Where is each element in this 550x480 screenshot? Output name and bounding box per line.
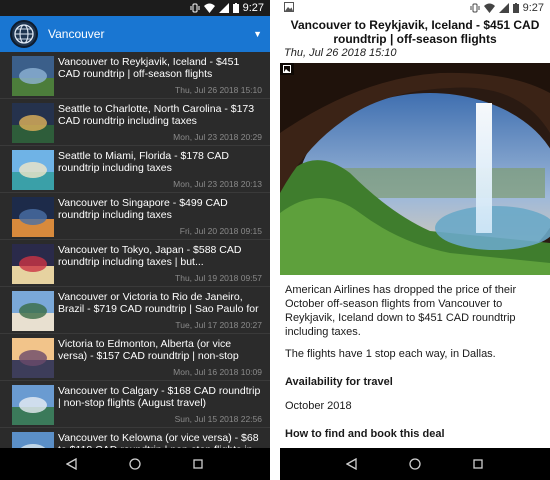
deal-list-item[interactable]: Vancouver to Reykjavik, Iceland - $451 C… — [0, 52, 270, 99]
wifi-icon — [483, 3, 495, 13]
navigation-bar — [280, 448, 550, 480]
deal-title: Victoria to Edmonton, Alberta (or vice v… — [58, 338, 239, 362]
status-icons: 9:27 — [470, 2, 544, 14]
deal-date: Thu, Jul 19 2018 09:57 — [175, 273, 262, 283]
city-selector[interactable]: Vancouver — [48, 27, 253, 41]
deal-title: Vancouver to Singapore - $499 CAD roundt… — [58, 197, 228, 221]
deal-list-item[interactable]: Vancouver to Kelowna (or vice versa) - $… — [0, 428, 270, 448]
deal-title: Vancouver to Kelowna (or vice versa) - $… — [58, 432, 259, 448]
deal-text: Vancouver to Tokyo, Japan - $588 CAD rou… — [58, 240, 270, 286]
deal-list-item[interactable]: Vancouver to Calgary - $168 CAD roundtri… — [0, 381, 270, 428]
home-icon[interactable] — [128, 457, 142, 471]
signal-icon — [218, 3, 229, 13]
battery-icon — [232, 3, 239, 13]
deal-list-screen: 9:27 Vancouver ▼ Vancouver to Reykjavik,… — [0, 0, 270, 480]
howto-heading: How to find and book this deal — [285, 428, 445, 440]
deal-thumbnail — [12, 432, 54, 448]
deal-text: Seattle to Miami, Florida - $178 CAD rou… — [58, 146, 270, 192]
deal-title: Vancouver to Calgary - $168 CAD roundtri… — [58, 385, 261, 409]
recents-icon[interactable] — [191, 457, 205, 471]
deal-list-item[interactable]: Vancouver to Singapore - $499 CAD roundt… — [0, 193, 270, 240]
vibrate-icon — [190, 3, 200, 13]
deal-text: Vancouver to Kelowna (or vice versa) - $… — [58, 428, 270, 448]
article-title: Vancouver to Reykjavik, Iceland - $451 C… — [290, 18, 540, 46]
article-body: American Airlines has dropped the price … — [280, 275, 550, 441]
deal-date: Tue, Jul 17 2018 20:27 — [175, 320, 262, 330]
status-time: 9:27 — [242, 2, 264, 14]
deal-text: Vancouver to Calgary - $168 CAD roundtri… — [58, 381, 270, 427]
back-icon[interactable] — [65, 457, 79, 471]
deal-text: Vancouver or Victoria to Rio de Janeiro,… — [58, 287, 270, 333]
deal-thumbnail — [12, 56, 54, 96]
deal-list: Vancouver to Reykjavik, Iceland - $451 C… — [0, 52, 270, 448]
deal-thumbnail — [12, 244, 54, 284]
deal-date: Mon, Jul 23 2018 20:13 — [173, 179, 262, 189]
deal-thumbnail — [12, 197, 54, 237]
deal-thumbnail — [12, 338, 54, 378]
status-bar: 9:27 — [0, 0, 270, 16]
availability-heading: Availability for travel — [285, 376, 393, 388]
deal-text: Victoria to Edmonton, Alberta (or vice v… — [58, 334, 270, 380]
deal-list-item[interactable]: Vancouver or Victoria to Rio de Janeiro,… — [0, 287, 270, 334]
deal-list-item[interactable]: Seattle to Charlotte, North Carolina - $… — [0, 99, 270, 146]
app-bar: Vancouver ▼ — [0, 16, 270, 52]
deal-text: Vancouver to Singapore - $499 CAD roundt… — [58, 193, 270, 239]
signal-icon — [498, 3, 509, 13]
navigation-bar — [0, 448, 270, 480]
vibrate-icon — [470, 3, 480, 13]
back-icon[interactable] — [345, 457, 359, 471]
recents-icon[interactable] — [471, 457, 485, 471]
deal-thumbnail — [12, 291, 54, 331]
article-date: Thu, Jul 26 2018 15:10 — [284, 47, 397, 59]
availability-text: October 2018 — [285, 400, 352, 412]
article-paragraph: American Airlines has dropped the price … — [285, 284, 517, 338]
deal-title: Vancouver to Reykjavik, Iceland - $451 C… — [58, 56, 240, 80]
deal-date: Mon, Jul 16 2018 10:09 — [173, 367, 262, 377]
deal-title: Seattle to Charlotte, North Carolina - $… — [58, 103, 255, 127]
deal-list-item[interactable]: Seattle to Miami, Florida - $178 CAD rou… — [0, 146, 270, 193]
article-paragraph: The flights have 1 stop each way, in Dal… — [285, 348, 496, 360]
image-icon — [280, 63, 294, 75]
deal-title: Seattle to Miami, Florida - $178 CAD rou… — [58, 150, 229, 174]
deal-text: Vancouver to Reykjavik, Iceland - $451 C… — [58, 52, 270, 98]
wifi-icon — [203, 3, 215, 13]
image-notification-icon — [284, 1, 294, 15]
deal-thumbnail — [12, 385, 54, 425]
status-bar: 9:27 — [280, 0, 550, 16]
deal-detail-screen: 9:27 Vancouver to Reykjavik, Iceland - $… — [280, 0, 550, 480]
deal-list-item[interactable]: Vancouver to Tokyo, Japan - $588 CAD rou… — [0, 240, 270, 287]
deal-date: Thu, Jul 26 2018 15:10 — [175, 85, 262, 95]
deal-title: Vancouver or Victoria to Rio de Janeiro,… — [58, 291, 259, 315]
chevron-down-icon[interactable]: ▼ — [253, 29, 262, 39]
battery-icon — [512, 3, 519, 13]
hero-image — [280, 63, 550, 283]
deal-list-item[interactable]: Victoria to Edmonton, Alberta (or vice v… — [0, 334, 270, 381]
home-icon[interactable] — [408, 457, 422, 471]
deal-date: Mon, Jul 23 2018 20:29 — [173, 132, 262, 142]
globe-logo-icon — [10, 20, 38, 48]
status-icons — [190, 3, 239, 13]
deal-date: Sun, Jul 15 2018 22:56 — [174, 414, 262, 424]
deal-thumbnail — [12, 103, 54, 143]
deal-thumbnail — [12, 150, 54, 190]
deal-date: Fri, Jul 20 2018 09:15 — [179, 226, 262, 236]
status-time: 9:27 — [522, 2, 544, 14]
deal-title: Vancouver to Tokyo, Japan - $588 CAD rou… — [58, 244, 242, 268]
deal-text: Seattle to Charlotte, North Carolina - $… — [58, 99, 270, 145]
